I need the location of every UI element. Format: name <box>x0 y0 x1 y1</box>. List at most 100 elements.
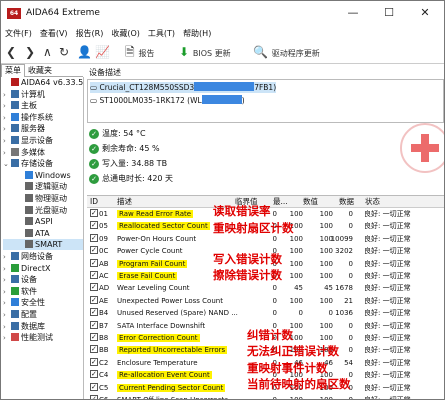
row-checkbox[interactable] <box>90 356 98 368</box>
row-checkbox[interactable] <box>90 207 98 219</box>
row-checkbox[interactable] <box>90 306 98 318</box>
expand-arrow-icon[interactable]: › <box>3 136 11 147</box>
cell-id: BB <box>90 343 109 356</box>
sidebar-item[interactable]: › 数据库 <box>3 321 83 332</box>
menu-tools[interactable]: 工具(T) <box>144 27 179 41</box>
sidebar-item[interactable]: › 服务器 <box>3 123 83 134</box>
row-checkbox[interactable] <box>90 232 98 244</box>
cell-desc: SMART Off-line Scan Uncorrecta... <box>117 394 235 399</box>
sidebar-item[interactable]: › 显示设备 <box>3 135 83 146</box>
sidebar-item[interactable]: › DirectX <box>3 263 83 274</box>
refresh-icon[interactable]: ↻ <box>59 44 69 60</box>
row-checkbox[interactable] <box>90 331 98 343</box>
menu-file[interactable]: 文件(F) <box>1 27 36 41</box>
maximize-button[interactable]: ☐ <box>374 1 404 25</box>
menu-report[interactable]: 报告(R) <box>72 27 108 41</box>
menu-view[interactable]: 查看(V) <box>36 27 72 41</box>
sidebar-item[interactable]: › 性能测试 <box>3 332 83 343</box>
tree-node-icon <box>11 147 19 156</box>
user-icon[interactable]: 👤 <box>77 44 92 60</box>
expand-arrow-icon[interactable]: › <box>3 101 11 112</box>
cell-value: 100 <box>319 222 333 231</box>
cell-desc-text: Erase Fail Count <box>117 272 178 280</box>
expand-arrow-icon[interactable]: › <box>3 90 11 101</box>
row-checkbox[interactable] <box>90 281 98 293</box>
expand-arrow-icon[interactable]: › <box>3 287 11 298</box>
menu-favorites[interactable]: 收藏(O) <box>107 27 144 41</box>
forward-icon[interactable]: ❯ <box>25 44 35 60</box>
bios-update-button[interactable]: ⬇ BIOS 更新 <box>179 44 231 60</box>
row-checkbox[interactable] <box>90 294 98 306</box>
table-row[interactable]: B4Unused Reserved (Spare) NAND ...000103… <box>87 306 444 319</box>
expand-arrow-icon[interactable]: › <box>3 264 11 275</box>
sidebar-item[interactable]: 逻辑驱动 <box>3 181 83 192</box>
row-checkbox[interactable] <box>90 319 98 331</box>
device-item-ssd[interactable]: ▭ Crucial_CT128M550SSD3 7FB1) <box>90 82 277 93</box>
expand-arrow-icon[interactable]: › <box>3 148 11 159</box>
row-checkbox[interactable] <box>90 244 98 256</box>
minimize-button[interactable]: — <box>338 1 368 25</box>
download-icon: ⬇ <box>179 45 190 59</box>
expand-arrow-icon[interactable]: › <box>3 124 11 135</box>
tree-node-icon <box>11 310 19 318</box>
row-checkbox[interactable] <box>90 257 98 269</box>
expand-arrow-icon[interactable]: › <box>3 333 11 344</box>
device-item-hdd[interactable]: ▭ ST1000LM035-1RK172 (WL) <box>90 95 245 106</box>
sidebar-item[interactable]: Windows <box>3 170 83 181</box>
sidebar-item[interactable]: › 设备 <box>3 274 83 285</box>
back-icon[interactable]: ❮ <box>6 44 16 60</box>
sidebar-item[interactable]: SMART <box>3 239 83 251</box>
expand-arrow-icon[interactable]: › <box>3 310 11 321</box>
expand-arrow-icon[interactable]: › <box>3 298 11 309</box>
sidebar-item-label: ASPI <box>35 217 53 227</box>
row-checkbox[interactable] <box>90 343 98 355</box>
cell-id-text: C5 <box>99 383 109 392</box>
driver-update-button[interactable]: 🔍 驱动程序更新 <box>253 44 320 60</box>
close-button[interactable]: ✕ <box>410 1 440 25</box>
tab-favorites[interactable]: 收藏夹 <box>25 65 55 77</box>
cell-desc-text: Raw Read Error Rate <box>117 210 194 218</box>
sidebar-item[interactable]: › 主板 <box>3 100 83 111</box>
table-row[interactable]: C6 SMART Off-line Scan Uncorrecta... 0 100 1… <box>87 393 444 399</box>
row-checkbox[interactable] <box>90 381 98 393</box>
col-worst[interactable]: 最... <box>273 196 288 207</box>
sidebar-item[interactable]: › 软件 <box>3 286 83 297</box>
row-checkbox[interactable] <box>90 368 98 380</box>
expand-arrow-icon[interactable]: ⌄ <box>3 159 11 170</box>
sidebar-item[interactable]: › 多媒体 <box>3 147 83 158</box>
sidebar-item[interactable]: ASPI <box>3 216 83 227</box>
col-id[interactable]: ID <box>90 196 98 207</box>
expand-arrow-icon[interactable]: › <box>3 252 11 263</box>
row-checkbox[interactable] <box>90 269 98 281</box>
report-button[interactable]: 🗎 报告 <box>125 44 154 60</box>
col-value[interactable]: 数值 <box>303 196 318 207</box>
sidebar-item[interactable]: › 网络设备 <box>3 251 83 262</box>
cell-id: AB <box>90 257 109 270</box>
sidebar-item[interactable]: ATA <box>3 228 83 239</box>
sidebar-item[interactable]: ⌄ 存储设备 <box>3 158 83 169</box>
col-data[interactable]: 数据 <box>339 196 354 207</box>
tab-menu[interactable]: 菜单 <box>1 64 25 77</box>
row-checkbox[interactable] <box>90 393 98 399</box>
sidebar-item[interactable]: 光盘驱动 <box>3 205 83 216</box>
cell-value: 100 <box>319 247 333 256</box>
col-desc[interactable]: 描述 <box>117 196 132 207</box>
main-panel: 设备描述 ▭ Crucial_CT128M550SSD3 7FB1) ▭ ST10… <box>85 63 444 399</box>
expand-arrow-icon[interactable]: › <box>3 322 11 333</box>
sidebar-item[interactable]: › 配置 <box>3 309 83 320</box>
toolbar: ❮ ❯ ∧ ↻ 👤 📈 🗎 报告 ⬇ BIOS 更新 🔍 驱动程序更新 <box>1 41 444 64</box>
up-icon[interactable]: ∧ <box>43 44 52 60</box>
expand-arrow-icon[interactable]: › <box>3 113 11 124</box>
sidebar-item[interactable]: AIDA64 v6.33.57 <box>3 77 83 88</box>
sidebar-item[interactable]: 物理驱动 <box>3 193 83 204</box>
expand-arrow-icon[interactable]: › <box>3 275 11 286</box>
sidebar-item[interactable]: › 安全性 <box>3 297 83 308</box>
row-checkbox[interactable] <box>90 219 98 231</box>
table-row[interactable]: ADWear Leveling Count045451678良好: 一切正常 <box>87 281 444 294</box>
menu-help[interactable]: 帮助(H) <box>179 27 215 41</box>
table-row[interactable]: AE Unexpected Power Loss Count 0 100 100 21 良好… <box>87 294 444 307</box>
col-status[interactable]: 状态 <box>365 196 380 207</box>
sidebar-item[interactable]: › 操作系统 <box>3 112 83 123</box>
chart-icon[interactable]: 📈 <box>95 44 110 60</box>
sidebar-item[interactable]: › 计算机 <box>3 89 83 100</box>
